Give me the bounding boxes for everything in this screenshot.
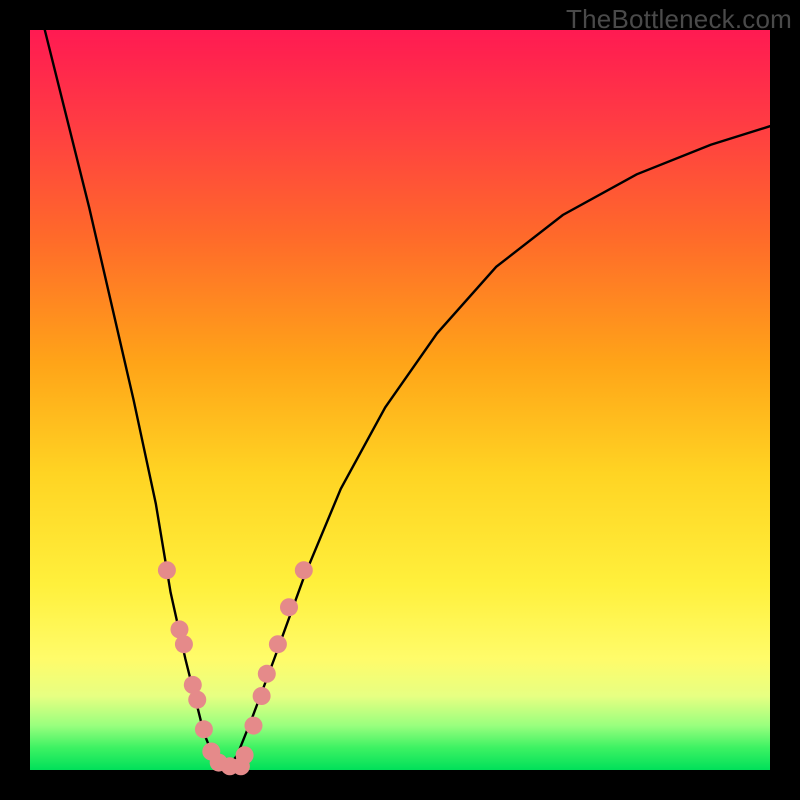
marker-dot: [195, 720, 213, 738]
marker-dot: [236, 746, 254, 764]
marker-dot: [280, 598, 298, 616]
marker-dot: [269, 635, 287, 653]
outer-frame: TheBottleneck.com: [0, 0, 800, 800]
marker-dot: [295, 561, 313, 579]
marker-dot: [253, 687, 271, 705]
curve-right-branch: [226, 126, 770, 770]
curve-left-branch: [45, 30, 226, 770]
marker-dot: [258, 665, 276, 683]
marker-dot: [175, 635, 193, 653]
watermark-text: TheBottleneck.com: [566, 4, 792, 35]
plot-area: [30, 30, 770, 770]
series-group: [45, 30, 770, 770]
marker-dot: [244, 717, 262, 735]
curve-layer: [30, 30, 770, 770]
marker-group: [158, 561, 313, 775]
marker-dot: [188, 691, 206, 709]
marker-dot: [158, 561, 176, 579]
